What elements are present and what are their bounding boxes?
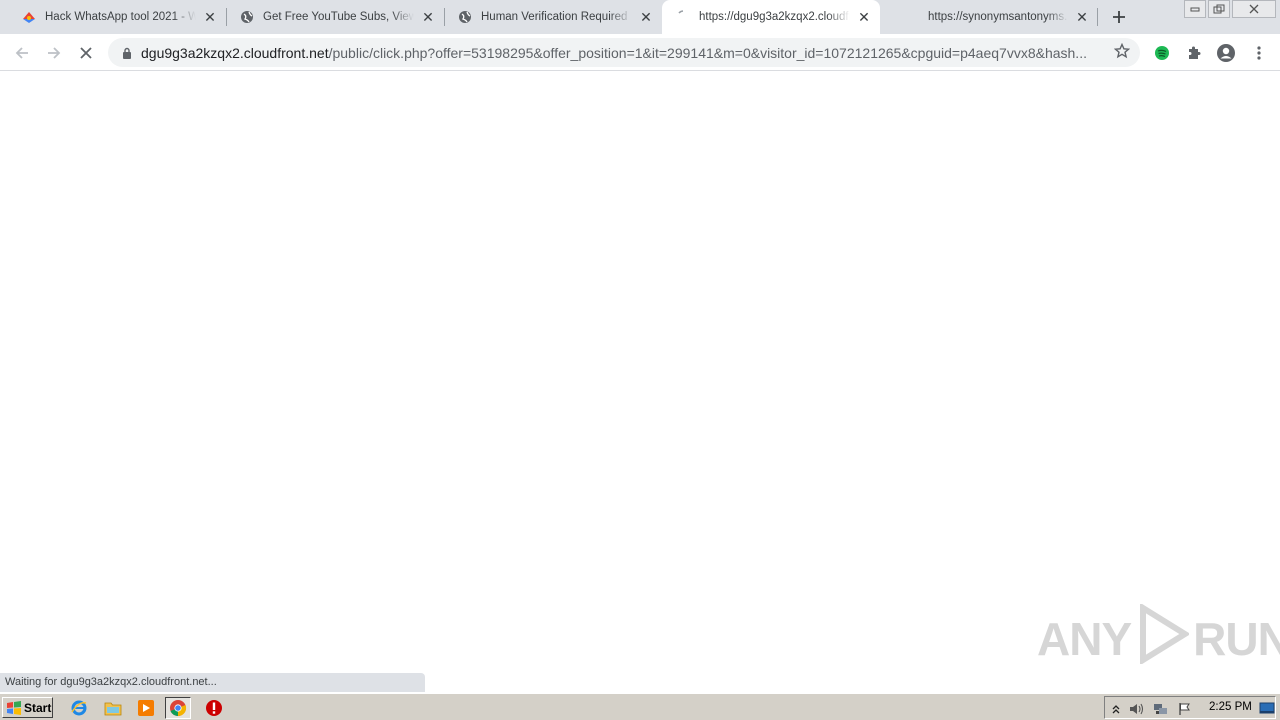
- url-host: dgu9g3a2kzqx2.cloudfront.net: [141, 44, 329, 61]
- windows-taskbar: Start 2:25 PM: [0, 693, 1280, 720]
- tab-4-active[interactable]: https://dgu9g3a2kzqx2.cloudfront ✕: [662, 0, 880, 34]
- tab-title: Get Free YouTube Subs, Views,: [263, 11, 414, 23]
- tab-1[interactable]: Hack WhatsApp tool 2021 - Wha ✕: [0, 0, 226, 34]
- extensions-puzzle-icon[interactable]: [1183, 42, 1205, 64]
- taskbar-clock[interactable]: 2:25 PM: [1209, 701, 1252, 713]
- tab-title: Human Verification Required: [481, 11, 628, 23]
- globe-icon: [240, 10, 254, 24]
- anyrun-watermark: ANY RUN: [1037, 602, 1280, 675]
- stop-warning-red-icon[interactable]: [201, 697, 227, 719]
- back-arrow-icon[interactable]: [9, 40, 35, 66]
- tab-3[interactable]: Human Verification Required ✕: [436, 0, 662, 34]
- media-player-icon[interactable]: [133, 697, 159, 719]
- tab-title: Hack WhatsApp tool 2021 - Wha: [45, 11, 196, 23]
- minimize-icon[interactable]: [1184, 0, 1206, 18]
- volume-speaker-icon[interactable]: [1129, 701, 1145, 717]
- page-content-blank: [0, 72, 1280, 692]
- close-tab-icon[interactable]: ✕: [856, 9, 872, 25]
- bookmark-star-icon[interactable]: [1113, 42, 1131, 64]
- tab-strip: Hack WhatsApp tool 2021 - Wha ✕ Get Free…: [0, 0, 1280, 34]
- file-explorer-folder-icon[interactable]: [100, 697, 126, 719]
- watermark-text-left: ANY: [1037, 613, 1132, 665]
- extension-green-icon[interactable]: [1151, 42, 1173, 64]
- address-bar[interactable]: dgu9g3a2kzqx2.cloudfront.net/public/clic…: [108, 38, 1140, 67]
- close-window-icon[interactable]: [1232, 0, 1276, 18]
- play-triangle-icon: [1135, 602, 1191, 675]
- tab-title: https://synonymsantonyms.xyz: [928, 11, 1068, 23]
- tab-2[interactable]: Get Free YouTube Subs, Views, ✕: [218, 0, 444, 34]
- stop-loading-x-icon[interactable]: [73, 40, 99, 66]
- tab-title: https://dgu9g3a2kzqx2.cloudfront: [699, 11, 850, 23]
- windows-flag-icon: [6, 700, 22, 715]
- close-tab-icon[interactable]: ✕: [202, 9, 218, 25]
- show-hidden-icons-chevron-icon[interactable]: [1108, 701, 1124, 717]
- show-desktop-icon[interactable]: [1259, 700, 1275, 716]
- close-tab-icon[interactable]: ✕: [638, 9, 654, 25]
- status-bubble: Waiting for dgu9g3a2kzqx2.cloudfront.net…: [0, 673, 425, 692]
- loading-spinner-icon: [676, 10, 690, 24]
- action-center-flag-icon[interactable]: [1177, 701, 1193, 717]
- start-label: Start: [24, 700, 52, 715]
- network-icon[interactable]: [1153, 701, 1169, 717]
- tab-5[interactable]: https://synonymsantonyms.xyz ✕: [880, 0, 1098, 34]
- menu-kebab-icon[interactable]: [1248, 42, 1270, 64]
- close-tab-icon[interactable]: ✕: [1074, 9, 1090, 25]
- start-button[interactable]: Start: [2, 697, 53, 718]
- new-tab-plus-icon[interactable]: [1108, 6, 1130, 28]
- url-text: dgu9g3a2kzqx2.cloudfront.net/public/clic…: [141, 45, 1101, 61]
- globe-icon: [458, 10, 472, 24]
- forward-arrow-icon[interactable]: [41, 40, 67, 66]
- watermark-text-right: RUN: [1193, 613, 1280, 665]
- restore-icon[interactable]: [1208, 0, 1230, 18]
- chrome-icon[interactable]: [165, 697, 191, 719]
- close-tab-icon[interactable]: ✕: [420, 9, 436, 25]
- system-tray: 2:25 PM: [1104, 696, 1276, 719]
- colorful-logo-icon: [22, 10, 36, 24]
- browser-toolbar: dgu9g3a2kzqx2.cloudfront.net/public/clic…: [0, 34, 1280, 71]
- profile-avatar-icon[interactable]: [1215, 42, 1237, 64]
- internet-explorer-icon[interactable]: [66, 697, 92, 719]
- lock-icon[interactable]: [120, 47, 134, 59]
- tab-separator: [1097, 8, 1098, 26]
- url-path: /public/click.php?offer=53198295&offer_p…: [328, 44, 1087, 61]
- blank-favicon-icon: [894, 10, 908, 24]
